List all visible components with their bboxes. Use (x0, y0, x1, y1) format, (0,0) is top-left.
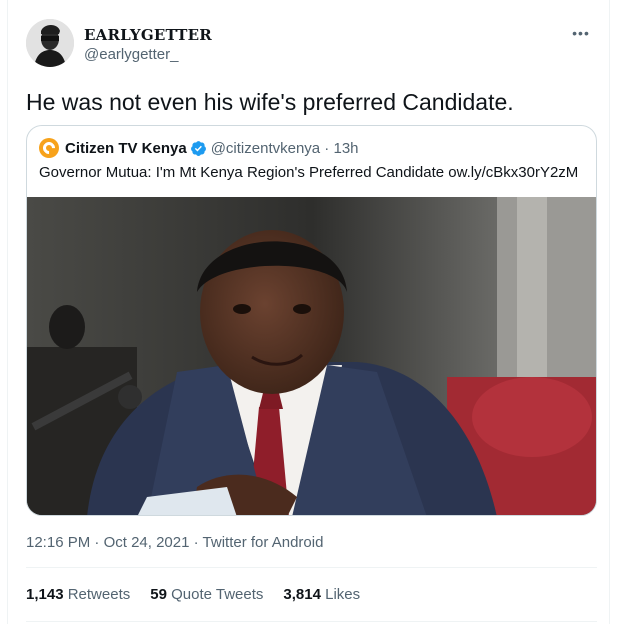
author-display-name[interactable]: EARLYGETTER (84, 26, 212, 44)
retweets-count: 1,143 (26, 586, 64, 603)
tweet-stats: 1,143 Retweets 59 Quote Tweets 3,814 Lik… (26, 586, 380, 603)
tweet-text: He was not even his wife's preferred Can… (26, 89, 514, 115)
tweet-source[interactable]: Twitter for Android (203, 534, 324, 551)
divider (26, 621, 597, 622)
retweets-stat[interactable]: 1,143 Retweets (26, 586, 130, 603)
quoted-tweet[interactable]: Citizen TV Kenya @citizentvkenya · 13h G… (26, 125, 597, 516)
likes-count: 3,814 (283, 586, 321, 603)
likes-stat[interactable]: 3,814 Likes (283, 586, 360, 603)
quoted-tweet-header: Citizen TV Kenya @citizentvkenya · 13h (39, 138, 359, 158)
retweets-label: Retweets (67, 586, 131, 603)
divider (26, 567, 597, 568)
quoted-handle-time: @citizentvkenya · 13h (210, 139, 359, 157)
author-handle[interactable]: @earlygetter_ (84, 46, 178, 63)
quoted-text: Governor Mutua: I'm Mt Kenya Region's Pr… (39, 164, 579, 181)
quote-tweets-stat[interactable]: 59 Quote Tweets (150, 586, 263, 603)
quote-tweets-label: Quote Tweets (171, 586, 264, 603)
ellipsis-icon[interactable]: ••• (570, 22, 592, 44)
tweet-date[interactable]: Oct 24, 2021 (104, 534, 190, 551)
likes-label: Likes (325, 586, 361, 603)
citizen-tv-logo-icon (39, 138, 59, 158)
meta-separator: · (189, 534, 203, 551)
meta-separator: · (90, 534, 104, 551)
quoted-photo[interactable] (27, 197, 596, 515)
quote-tweets-count: 59 (150, 586, 167, 603)
tweet-time[interactable]: 12:16 PM (26, 534, 90, 551)
avatar[interactable] (26, 19, 74, 67)
tweet-meta: 12:16 PM · Oct 24, 2021 · Twitter for An… (26, 534, 323, 551)
verified-badge-icon (190, 140, 206, 156)
quoted-display-name: Citizen TV Kenya (65, 139, 187, 157)
tweet-card: EARLYGETTER @earlygetter_ ••• He was not… (7, 0, 610, 624)
